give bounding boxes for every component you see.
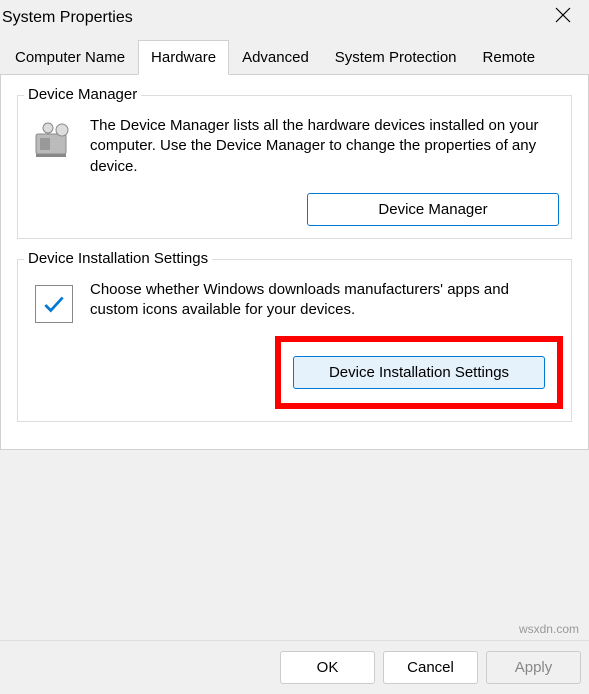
device-installation-description: Choose whether Windows downloads manufac… bbox=[90, 280, 559, 321]
device-manager-button[interactable]: Device Manager bbox=[307, 193, 559, 226]
close-icon bbox=[555, 7, 571, 23]
device-installation-settings-button[interactable]: Device Installation Settings bbox=[293, 356, 545, 389]
tab-hardware[interactable]: Hardware bbox=[138, 40, 229, 75]
ok-button[interactable]: OK bbox=[280, 651, 375, 684]
window-title: System Properties bbox=[2, 9, 133, 27]
device-installation-group-title: Device Installation Settings bbox=[24, 250, 212, 267]
title-bar: System Properties bbox=[0, 0, 589, 39]
device-installation-group: Device Installation Settings Choose whet… bbox=[17, 259, 572, 423]
device-manager-description: The Device Manager lists all the hardwar… bbox=[90, 116, 559, 177]
check-icon bbox=[41, 291, 67, 317]
apply-button[interactable]: Apply bbox=[486, 651, 581, 684]
device-manager-group-title: Device Manager bbox=[24, 86, 141, 103]
tab-bar: Computer Name Hardware Advanced System P… bbox=[0, 39, 589, 75]
tab-remote[interactable]: Remote bbox=[470, 40, 549, 75]
tab-content: Device Manager The Device Manager lists … bbox=[0, 75, 589, 450]
tab-advanced[interactable]: Advanced bbox=[229, 40, 322, 75]
hardware-icon bbox=[30, 116, 78, 164]
dialog-footer: OK Cancel Apply bbox=[0, 640, 589, 694]
tab-system-protection[interactable]: System Protection bbox=[322, 40, 470, 75]
close-button[interactable] bbox=[545, 4, 581, 31]
tab-computer-name[interactable]: Computer Name bbox=[2, 40, 138, 75]
watermark: wsxdn.com bbox=[519, 622, 579, 636]
highlight-annotation: Device Installation Settings bbox=[275, 336, 563, 409]
cancel-button[interactable]: Cancel bbox=[383, 651, 478, 684]
checkbox-icon bbox=[30, 280, 78, 328]
device-manager-group: Device Manager The Device Manager lists … bbox=[17, 95, 572, 239]
